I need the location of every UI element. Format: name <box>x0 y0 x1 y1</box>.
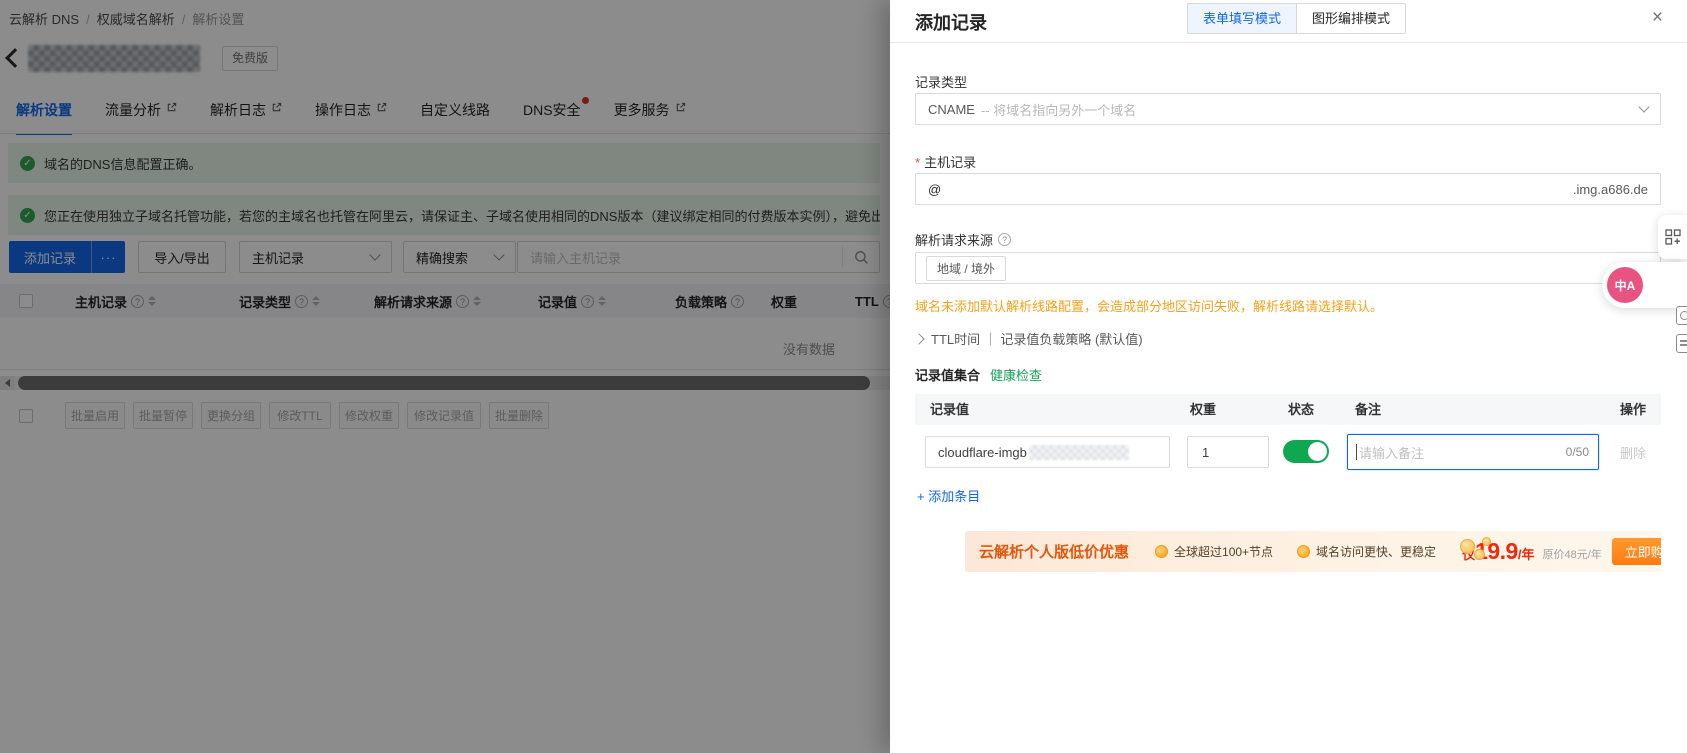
help-icon[interactable]: ? <box>998 233 1012 246</box>
record-value-input[interactable]: cloudflare-imgb <box>925 436 1170 468</box>
tab-form-mode[interactable]: 表单填写模式 <box>1188 4 1298 33</box>
weight-input[interactable]: 1 <box>1187 436 1269 468</box>
record-values-table: 记录值 权重 状态 备注 操作 cloudflare-imgb 1 请输入备注 … <box>915 394 1661 475</box>
chevron-right-icon <box>913 332 925 345</box>
widgets-panel-button[interactable] <box>1658 215 1687 259</box>
request-source-label: 解析请求来源? <box>915 230 1012 249</box>
remark-input[interactable]: 请输入备注 0/50 <box>1347 434 1599 470</box>
text-caret <box>1356 444 1357 460</box>
add-record-drawer: 添加记录 表单填写模式 图形编排模式 × 记录类型 CNAME -- 将域名指向… <box>890 0 1687 753</box>
ttl-policy-collapse[interactable]: TTL时间 ｜ 记录值负载策略 (默认值) <box>913 329 1143 348</box>
request-source-select[interactable]: 地域 / 境外 <box>915 252 1661 284</box>
char-counter: 0/50 <box>1565 445 1589 459</box>
host-suffix: .img.a686.de <box>1572 181 1648 197</box>
delete-row-button[interactable]: 删除 <box>1620 443 1646 462</box>
grid-icon <box>1664 229 1681 245</box>
contact-card-icon[interactable] <box>1676 306 1687 325</box>
host-record-label: * 主机记录 <box>915 155 977 170</box>
line-warning-text: 域名未添加默认解析线路配置，会造成部分地区访问失败，解析线路请选择默认。 <box>915 299 1384 314</box>
buy-now-button[interactable]: 立即购买 <box>1611 538 1661 565</box>
host-record-input[interactable]: @ .img.a686.de <box>915 173 1661 205</box>
record-type-label: 记录类型 <box>915 75 968 90</box>
feedback-card-icon[interactable] <box>1676 334 1687 353</box>
chevron-down-icon <box>1638 101 1650 113</box>
health-check-link[interactable]: 健康检查 <box>990 365 1042 384</box>
drawer-mask[interactable] <box>0 0 890 753</box>
close-icon[interactable]: × <box>1652 8 1663 27</box>
mode-tabs: 表单填写模式 图形编排模式 <box>1187 3 1407 34</box>
source-tag: 地域 / 境外 <box>926 255 1007 281</box>
record-type-select[interactable]: CNAME -- 将域名指向另外一个域名 <box>915 93 1661 125</box>
promo-title: 云解析个人版低价优惠 <box>979 544 1130 561</box>
add-entry-link[interactable]: + 添加条目 <box>917 486 980 505</box>
status-toggle[interactable] <box>1283 440 1329 463</box>
translate-icon: 中A <box>1607 267 1643 303</box>
translate-button[interactable]: 中A <box>1602 262 1687 308</box>
value-set-label: 记录值集合 <box>915 368 981 383</box>
gold-dot-icon <box>1155 545 1169 558</box>
gold-dot-icon <box>1297 545 1311 558</box>
redacted-value <box>1028 444 1129 460</box>
record-row: cloudflare-imgb 1 请输入备注 0/50 删除 <box>915 425 1661 475</box>
remark-placeholder: 请输入备注 <box>1359 445 1425 461</box>
promo-banner: 云解析个人版低价优惠 全球超过100+节点 域名访问更快、更稳定 仅 19.9/年… <box>965 531 1661 572</box>
original-price: 原价48元/年 <box>1542 548 1602 561</box>
tab-graphic-mode[interactable]: 图形编排模式 <box>1296 4 1406 33</box>
drawer-title: 添加记录 <box>915 13 987 33</box>
